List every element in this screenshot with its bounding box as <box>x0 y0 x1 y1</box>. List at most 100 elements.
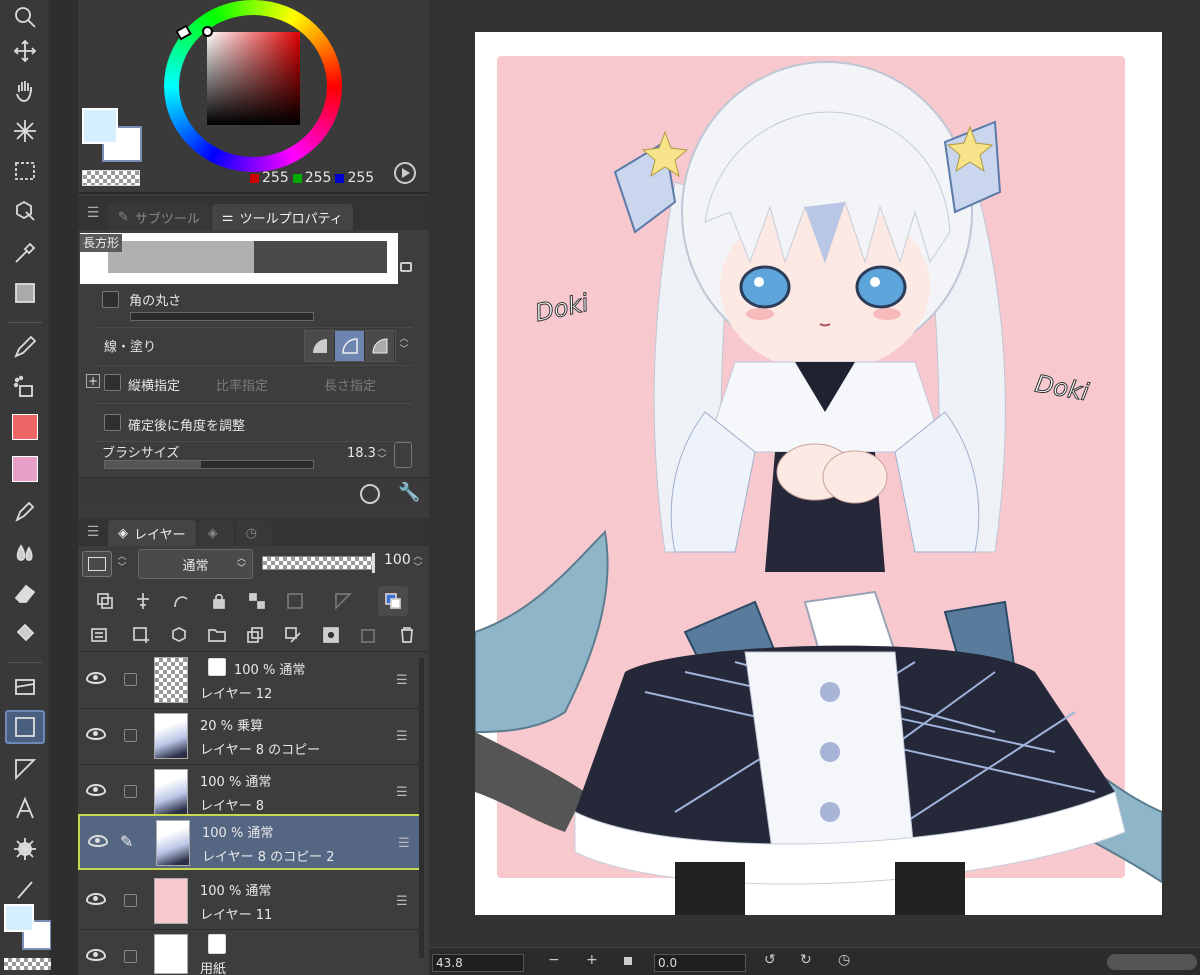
rectangle-tool-icon[interactable] <box>5 710 45 744</box>
layer-row-selected[interactable]: ✎ 100 % 通常 レイヤー 8 のコピー 2 ☰ <box>78 814 423 870</box>
edit-pen-icon[interactable]: ✎ <box>120 832 133 851</box>
brush-size-slider[interactable] <box>104 460 314 469</box>
line-fill-shape-icon[interactable] <box>365 331 395 361</box>
layer-check[interactable] <box>124 673 137 686</box>
layer-handle-icon[interactable]: ☰ <box>396 729 408 744</box>
corner-round-checkbox[interactable] <box>102 291 119 308</box>
lock-layer-icon[interactable] <box>208 590 230 612</box>
visibility-eye-icon[interactable] <box>86 672 106 684</box>
delete-layer-icon[interactable] <box>396 624 418 646</box>
lock-icon[interactable] <box>400 262 412 272</box>
tab-tool-property[interactable]: ⚌ ツールプロパティ <box>211 204 353 230</box>
opacity-stepper[interactable]: ︿ ﹀ <box>412 552 424 576</box>
frame-tool-icon[interactable] <box>5 670 45 704</box>
eyedropper-icon[interactable] <box>5 236 45 270</box>
aspect-checkbox[interactable] <box>104 374 121 391</box>
panel-menu-icon[interactable]: ☰ <box>78 205 108 221</box>
expand-plus-icon[interactable]: + <box>86 374 100 388</box>
artboard[interactable]: Doki Doki <box>475 32 1162 915</box>
rotate-left-icon[interactable]: ↺ <box>764 952 776 968</box>
fill-tool-icon[interactable] <box>5 616 45 650</box>
tab-layer-property[interactable]: ◈ <box>197 520 234 546</box>
move-tool-icon[interactable] <box>5 34 45 68</box>
wrench-icon[interactable]: 🔧 <box>398 482 420 503</box>
new-raster-layer-icon[interactable] <box>130 624 152 646</box>
layer-mask-icon[interactable] <box>320 624 342 646</box>
line-shape-icon[interactable] <box>335 331 365 361</box>
visibility-eye-icon[interactable] <box>86 784 106 796</box>
canvas-scrollbar[interactable] <box>1107 954 1197 970</box>
canvas-area[interactable]: Doki Doki <box>430 0 1200 947</box>
layer-color-stepper[interactable]: ︿ ﹀ <box>116 552 128 576</box>
apply-mask-icon[interactable] <box>358 624 380 646</box>
layer-handle-icon[interactable]: ☰ <box>398 836 410 851</box>
text-tool-icon[interactable] <box>5 792 45 826</box>
lock-transparent-icon[interactable] <box>246 590 268 612</box>
rotation-field[interactable]: 0.0 <box>654 954 746 972</box>
mask-enable-icon[interactable] <box>284 590 306 612</box>
pressure-icon[interactable] <box>394 442 412 468</box>
saturation-value-square[interactable] <box>207 32 300 125</box>
layer-color-box[interactable] <box>82 551 112 577</box>
pen-tool-icon[interactable] <box>5 494 45 528</box>
length-option[interactable]: 長さ指定 <box>324 375 376 394</box>
visibility-eye-icon[interactable] <box>86 949 106 961</box>
ruler-enable-icon[interactable] <box>332 590 354 612</box>
play-icon[interactable] <box>394 162 416 184</box>
layer-row[interactable]: 20 % 乗算 レイヤー 8 のコピー ☰ <box>78 709 423 765</box>
object-tool-icon[interactable] <box>5 194 45 228</box>
zoom-field[interactable]: 43.8 <box>432 954 524 972</box>
new-folder-icon[interactable] <box>206 624 228 646</box>
brush-size-stepper[interactable]: ︿ ﹀ <box>376 444 388 468</box>
layer-handle-icon[interactable]: ☰ <box>396 785 408 800</box>
rotate-right-icon[interactable]: ↻ <box>800 952 812 968</box>
transfer-layer-icon[interactable] <box>244 624 266 646</box>
balloon-tool-icon[interactable] <box>5 832 45 866</box>
layer-panel-menu-icon[interactable]: ☰ <box>78 524 108 540</box>
ratio-option[interactable]: 比率指定 <box>216 375 268 394</box>
blend-tool-icon[interactable] <box>5 536 45 570</box>
transparent-color-swatch[interactable] <box>82 170 140 186</box>
layer-property-list-icon[interactable] <box>88 624 110 646</box>
layer-row[interactable]: 100 % 通常 レイヤー 12 ☰ <box>78 653 423 709</box>
layer-check[interactable] <box>124 785 137 798</box>
selection-tool-icon[interactable] <box>5 154 45 188</box>
clip-layer-icon[interactable] <box>94 590 116 612</box>
timer-icon[interactable] <box>360 484 380 504</box>
layer-scrollbar[interactable] <box>419 658 424 958</box>
layer-color-icon[interactable] <box>378 586 408 616</box>
decoration-tool-icon[interactable] <box>5 410 45 444</box>
gradient-tool-icon[interactable] <box>5 276 45 310</box>
line-fill-stepper[interactable]: ︿ ﹀ <box>398 334 410 358</box>
line-fill-segment[interactable] <box>304 330 396 362</box>
correct-line-tool-icon[interactable] <box>5 872 45 906</box>
draft-layer-icon[interactable] <box>170 590 192 612</box>
material-tool-icon[interactable] <box>5 452 45 486</box>
zoom-tool-icon[interactable] <box>5 0 45 34</box>
blend-mode-select[interactable]: 通常 ︿ ﹀ <box>138 549 253 579</box>
visibility-eye-icon[interactable] <box>86 893 106 905</box>
mini-transparent-color[interactable] <box>4 958 52 970</box>
layer-row[interactable]: 100 % 通常 レイヤー 11 ☰ <box>78 874 423 930</box>
merge-layer-icon[interactable] <box>282 624 304 646</box>
layer-check[interactable] <box>124 729 137 742</box>
opacity-slider[interactable] <box>262 553 375 573</box>
ruler-tool-icon[interactable] <box>5 752 45 786</box>
airbrush-tool-icon[interactable] <box>5 370 45 404</box>
mini-foreground-color[interactable] <box>4 904 34 932</box>
zoom-in-button[interactable]: + <box>586 952 598 968</box>
layer-handle-icon[interactable]: ☰ <box>396 673 408 688</box>
new-vector-layer-icon[interactable] <box>168 624 190 646</box>
visibility-eye-icon[interactable] <box>86 728 106 740</box>
hand-tool-icon[interactable] <box>5 74 45 108</box>
layer-row[interactable]: 100 % 通常 レイヤー 8 ☰ <box>78 765 423 821</box>
layer-handle-icon[interactable]: ☰ <box>396 894 408 909</box>
tab-layer[interactable]: ◈ レイヤー <box>108 520 196 546</box>
layer-check[interactable] <box>124 950 137 963</box>
reset-rotation-icon[interactable]: ◷ <box>838 952 850 968</box>
layer-check[interactable] <box>124 894 137 907</box>
tab-history[interactable]: ◷ <box>235 520 272 546</box>
reference-layer-icon[interactable] <box>132 590 154 612</box>
layer-row-paper[interactable]: 用紙 <box>78 930 423 975</box>
pencil-tool-icon[interactable] <box>5 330 45 364</box>
